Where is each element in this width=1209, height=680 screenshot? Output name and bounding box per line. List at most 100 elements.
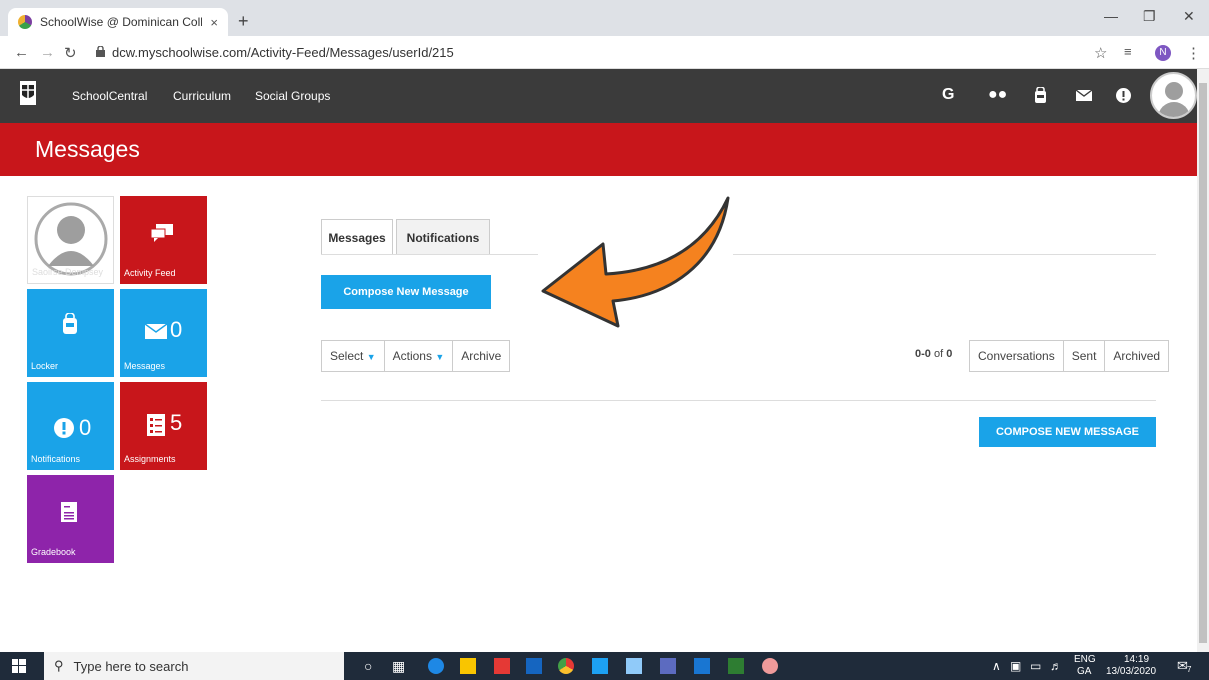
tile-notifications[interactable]: 0 Notifications (27, 382, 114, 470)
maximize-icon[interactable]: ❐ (1143, 8, 1156, 25)
outlook-icon[interactable] (526, 658, 542, 674)
alert-icon[interactable] (1116, 88, 1131, 103)
browser-tab[interactable]: SchoolWise @ Dominican Colleg × (8, 8, 228, 36)
nav-curriculum[interactable]: Curriculum (173, 89, 231, 103)
battery-icon[interactable]: ▭ (1030, 659, 1041, 673)
tile-locker-label: Locker (31, 361, 59, 371)
forward-icon[interactable]: → (40, 44, 55, 61)
tile-assignments-label: Assignments (124, 454, 176, 464)
volume-icon[interactable]: ♬ (1050, 659, 1062, 673)
select-label: Select (330, 349, 364, 363)
tab-close-icon[interactable]: × (210, 15, 218, 30)
orange-arrow-icon (541, 196, 730, 328)
excel-icon[interactable] (728, 658, 744, 674)
conversation-filter-group: Conversations Sent Archived (969, 340, 1170, 372)
new-tab-button[interactable]: + (238, 11, 249, 32)
envelope-icon (145, 324, 167, 339)
language-code[interactable]: ENG (1074, 654, 1096, 665)
chat-bubbles-icon (151, 224, 173, 242)
profile-placeholder-icon (34, 202, 108, 276)
paging-total: 0 (946, 348, 953, 360)
school-crest-logo[interactable] (20, 81, 36, 105)
remote-desktop-icon[interactable] (660, 658, 676, 674)
tile-activity-feed[interactable]: Activity Feed (120, 196, 207, 284)
page-header: Messages (0, 123, 1197, 176)
tile-profile[interactable]: Saoirse Dempsey (27, 196, 114, 284)
lock-icon (96, 46, 105, 57)
tray-chevron-icon[interactable]: ∧ (992, 659, 1001, 673)
content-divider (321, 400, 1156, 401)
taskbar-search-placeholder: Type here to search (73, 658, 189, 674)
back-icon[interactable]: ← (14, 44, 29, 61)
twitter-icon[interactable] (592, 658, 608, 674)
tab-messages[interactable]: Messages (321, 219, 393, 255)
minimize-icon[interactable]: — (1104, 8, 1118, 24)
google-icon[interactable]: G (942, 86, 954, 104)
edge-icon[interactable] (428, 658, 444, 674)
tile-locker[interactable]: Locker (27, 289, 114, 377)
windows-taskbar: ⚲ Type here to search ○ ▦ ∧ ▣ ▭ ♬ ENG GA… (0, 652, 1209, 680)
tile-messages-label: Messages (124, 361, 166, 371)
tab-notifications[interactable]: Notifications (396, 219, 490, 255)
actions-label: Actions (392, 349, 432, 363)
clock-time[interactable]: 14:19 (1124, 654, 1149, 665)
tile-messages[interactable]: 0 Messages (120, 289, 207, 377)
url-field[interactable]: dcw.myschoolwise.com/Activity-Feed/Messa… (112, 45, 454, 60)
archive-button[interactable]: Archive (453, 341, 509, 371)
message-action-toolbar: Select ▼ Actions ▼ Archive (321, 340, 511, 372)
browser-tabbar: SchoolWise @ Dominican Colleg × + — ❐ ✕ (0, 0, 1209, 36)
messages-count: 0 (170, 317, 183, 342)
chrome-icon[interactable] (558, 658, 574, 674)
bookmark-star-icon[interactable]: ☆ (1094, 44, 1107, 62)
locker-icon[interactable] (1034, 87, 1047, 104)
tile-gradebook[interactable]: Gradebook (27, 475, 114, 563)
select-dropdown[interactable]: Select ▼ (322, 341, 385, 371)
notifications-count: 0 (79, 415, 92, 440)
exclamation-circle-icon (54, 418, 74, 438)
actions-dropdown[interactable]: Actions ▼ (385, 341, 454, 371)
reload-icon[interactable]: ↻ (64, 44, 77, 62)
reading-list-icon[interactable]: ≡ (1124, 44, 1132, 59)
taskbar-search-box[interactable]: ⚲ Type here to search (44, 652, 344, 680)
clock-date[interactable]: 13/03/2020 (1106, 666, 1156, 677)
paging-info: 0-0 of 0 (915, 348, 952, 360)
windows-start-icon[interactable] (12, 659, 26, 673)
user-profile-avatar[interactable] (1150, 72, 1197, 119)
tile-assignments[interactable]: 5 Assignments (120, 382, 207, 470)
filter-conversations[interactable]: Conversations (970, 341, 1064, 371)
region-code[interactable]: GA (1077, 666, 1091, 677)
compose-new-message-button-secondary[interactable]: COMPOSE NEW MESSAGE (979, 417, 1156, 447)
address-bar-row: ← → ↻ dcw.myschoolwise.com/Activity-Feed… (0, 36, 1209, 69)
caret-down-icon: ▼ (435, 352, 445, 362)
paging-range: 0-0 (915, 348, 931, 360)
file-explorer-icon[interactable] (460, 658, 476, 674)
scrollbar-thumb[interactable] (1199, 83, 1207, 643)
compose-new-message-button[interactable]: Compose New Message (321, 275, 491, 309)
window-close-icon[interactable]: ✕ (1183, 8, 1195, 25)
network-icon[interactable]: ▣ (1010, 659, 1021, 673)
nav-social-groups[interactable]: Social Groups (255, 89, 330, 103)
schoolwise-favicon-icon (18, 15, 32, 29)
assignments-count: 5 (170, 410, 183, 435)
nav-schoolcentral[interactable]: SchoolCentral (72, 89, 147, 103)
chrome-menu-icon[interactable]: ⋮ (1186, 44, 1201, 62)
paint-icon[interactable] (762, 658, 778, 674)
notification-count: 7 (1187, 665, 1192, 674)
page-title: Messages (35, 136, 140, 162)
app-navbar: SchoolCentral Curriculum Social Groups G… (0, 69, 1197, 123)
filter-sent[interactable]: Sent (1064, 341, 1106, 371)
gradebook-icon (61, 502, 77, 522)
users-icon[interactable]: ●● (988, 86, 1007, 104)
filter-archived[interactable]: Archived (1105, 341, 1168, 371)
onenote-icon[interactable] (626, 658, 642, 674)
mail-icon[interactable] (1076, 90, 1092, 101)
word-icon[interactable] (694, 658, 710, 674)
page-scrollbar[interactable] (1197, 69, 1209, 652)
arrow-annotation (538, 196, 733, 339)
filezilla-icon[interactable] (494, 658, 510, 674)
tile-profile-label: Saoirse Dempsey (32, 267, 104, 277)
task-view-icon[interactable]: ▦ (392, 658, 405, 675)
cortana-icon[interactable]: ○ (364, 658, 372, 674)
tile-gradebook-label: Gradebook (31, 547, 76, 557)
chrome-profile-avatar[interactable]: N (1155, 45, 1171, 61)
